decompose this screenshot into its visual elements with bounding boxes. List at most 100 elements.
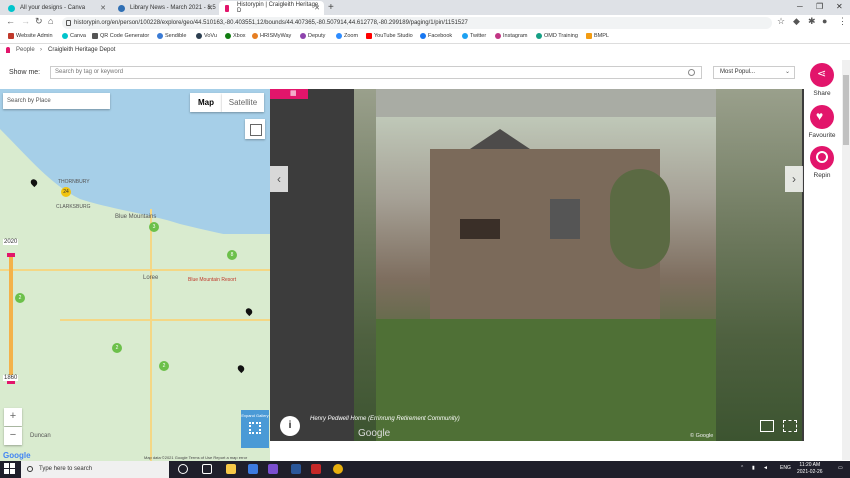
tab-label: All your designs - Canva xyxy=(20,5,86,11)
reload-icon[interactable]: ↻ xyxy=(35,16,43,27)
map-label-blue-mountains: Blue Mountains xyxy=(115,214,157,220)
map-footer[interactable]: Map data ©2021 Google Terms of Use Repor… xyxy=(144,455,247,460)
bookmark-xbox[interactable]: Xbox xyxy=(225,33,246,39)
tab-library-news[interactable]: Library News - March 2021 - 8.5 ✕ xyxy=(112,1,217,15)
teams-icon[interactable] xyxy=(268,464,278,474)
map-type-satellite-button[interactable]: Satellite xyxy=(222,93,264,112)
next-photo-button[interactable]: › xyxy=(785,166,803,192)
fullscreen-icon[interactable] xyxy=(783,420,797,432)
tray-chevron-icon[interactable]: ⌃ xyxy=(740,465,744,471)
hrismyway-icon xyxy=(252,33,258,39)
maximize-icon[interactable]: ❐ xyxy=(816,2,823,11)
close-tab-icon[interactable]: ✕ xyxy=(314,4,320,12)
bookmark-youtube-studio[interactable]: YouTube Studio xyxy=(366,33,413,39)
map-type-map-button[interactable]: Map xyxy=(190,93,222,112)
bookmark-hrismyway[interactable]: HRISMyWay xyxy=(252,33,291,39)
scrollbar-thumb[interactable] xyxy=(843,75,849,145)
share-icon[interactable]: ⋖ xyxy=(810,63,834,87)
street-view-google-logo: Google xyxy=(358,428,391,439)
prev-photo-button[interactable]: ‹ xyxy=(270,166,288,192)
volume-icon[interactable]: ◄ xyxy=(763,465,768,471)
timeline-slider[interactable] xyxy=(9,253,13,381)
map-cluster[interactable]: 2 xyxy=(15,293,25,303)
repin-icon[interactable] xyxy=(810,146,834,170)
instagram-icon xyxy=(495,33,501,39)
file-explorer-icon[interactable] xyxy=(226,464,236,474)
image-toggle-icon[interactable] xyxy=(760,420,774,432)
bookmark-qr-code-generator[interactable]: QR Code Generator xyxy=(92,33,149,39)
taskbar-clock[interactable]: 11:20 AM 2021-02-26 xyxy=(797,462,823,476)
minimize-icon[interactable]: ─ xyxy=(797,2,803,11)
map-cluster[interactable]: 2 xyxy=(159,361,169,371)
bookmark-website-admin[interactable]: Website Admin xyxy=(8,33,53,39)
road xyxy=(150,209,152,461)
home-icon[interactable]: ⌂ xyxy=(48,16,53,26)
deputy-icon xyxy=(300,33,306,39)
pdf-reader-icon[interactable] xyxy=(311,464,321,474)
map-label-thornbury: THORNBURY xyxy=(58,179,90,185)
bookmark-bmpl[interactable]: BMPL xyxy=(586,33,609,39)
info-button[interactable]: i xyxy=(280,416,300,436)
bookmark-facebook[interactable]: Facebook xyxy=(420,33,452,39)
new-tab-icon[interactable]: + xyxy=(328,2,334,13)
notifications-icon[interactable]: ▭ xyxy=(838,465,843,471)
bookmark-twitter[interactable]: Twitter xyxy=(462,33,486,39)
bookmark-omd-training[interactable]: OMD Training xyxy=(536,33,578,39)
zoom-out-button[interactable]: − xyxy=(4,427,22,445)
tab-historypin[interactable]: Historypin | Craigleith Heritage D ✕ xyxy=(219,1,324,15)
close-window-icon[interactable]: ✕ xyxy=(836,2,843,11)
canva-icon xyxy=(62,33,68,39)
timeline-handle-top[interactable] xyxy=(7,253,15,257)
bookmark-zoom[interactable]: Zoom xyxy=(336,33,358,39)
place-search-input[interactable]: Search by Place xyxy=(3,93,110,109)
profile-avatar-icon[interactable]: ● xyxy=(822,16,827,26)
timeline-year-top: 2020 xyxy=(3,239,19,245)
bookmark-deputy[interactable]: Deputy xyxy=(300,33,325,39)
task-view-icon[interactable] xyxy=(202,464,212,474)
bookmark-vovu[interactable]: VoVu xyxy=(196,33,217,39)
twitter-icon xyxy=(462,33,468,39)
breadcrumb-people[interactable]: People xyxy=(16,47,35,53)
close-tab-icon[interactable]: ✕ xyxy=(207,4,213,12)
bmpl-icon xyxy=(586,33,592,39)
mail-icon[interactable] xyxy=(248,464,258,474)
map-panel[interactable]: THORNBURY CLARKSBURG Blue Mountains Lore… xyxy=(0,89,270,461)
map-label-duncan: Duncan xyxy=(30,433,51,439)
language-indicator[interactable]: ENG xyxy=(780,465,791,471)
bookmark-canva[interactable]: Canva xyxy=(62,33,86,39)
forward-icon[interactable]: → xyxy=(21,16,30,26)
cortana-icon[interactable] xyxy=(178,464,188,474)
browser-menu-icon[interactable]: ⋮ xyxy=(838,16,847,27)
bookmark-star-icon[interactable]: ☆ xyxy=(777,16,785,27)
omd-training-icon xyxy=(536,33,542,39)
timeline-year-bottom: 1860 xyxy=(3,375,19,381)
chrome-icon[interactable] xyxy=(333,464,343,474)
extensions-puzzle-icon[interactable]: ✱ xyxy=(808,16,816,27)
expand-gallery-button[interactable]: Expand Gallery xyxy=(241,410,269,448)
extension-icon[interactable]: ◆ xyxy=(793,16,800,27)
map-cluster[interactable]: 3 xyxy=(149,222,159,232)
road xyxy=(0,269,270,271)
map-cluster[interactable]: 24 xyxy=(61,187,71,197)
network-icon[interactable]: ▮ xyxy=(752,465,755,471)
close-tab-icon[interactable]: ✕ xyxy=(100,4,106,12)
map-cluster[interactable]: 2 xyxy=(112,343,122,353)
zoom-in-button[interactable]: + xyxy=(4,408,22,426)
back-icon[interactable]: ← xyxy=(6,16,15,26)
word-icon[interactable] xyxy=(291,464,301,474)
grid-icon: ▦ xyxy=(290,90,297,97)
sort-select[interactable]: Most Popul... ⌄ xyxy=(713,66,795,79)
favourite-icon[interactable]: ♥ xyxy=(810,105,834,129)
taskbar-search-input[interactable]: Type here to search xyxy=(21,461,169,478)
tab-canva[interactable]: All your designs - Canva ✕ xyxy=(2,1,110,15)
photo-porch xyxy=(460,219,500,239)
windows-start-icon[interactable] xyxy=(4,463,15,474)
map-fullscreen-icon[interactable] xyxy=(245,119,265,139)
tag-keyword-search-input[interactable]: Search by tag or keyword xyxy=(50,66,702,79)
search-icon[interactable] xyxy=(688,69,695,76)
bookmark-instagram[interactable]: Instagram xyxy=(495,33,527,39)
url-text: historypin.org/en/person/100228/explore/… xyxy=(74,20,468,26)
map-cluster[interactable]: 8 xyxy=(227,250,237,260)
url-field[interactable]: historypin.org/en/person/100228/explore/… xyxy=(62,17,772,29)
bookmark-sendible[interactable]: Sendible xyxy=(157,33,186,39)
